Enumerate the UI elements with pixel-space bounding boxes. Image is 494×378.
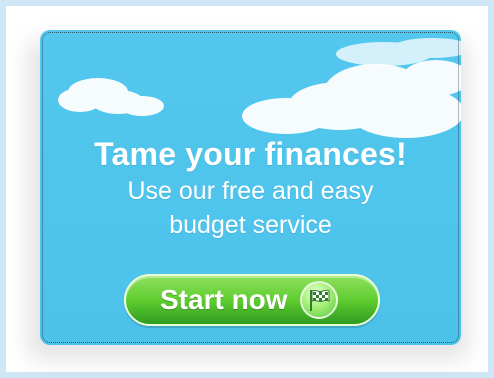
checkered-flag-glyph: [309, 289, 330, 311]
cloud-left: [58, 78, 164, 116]
subheadline: Use our free and easy budget service: [40, 174, 461, 242]
checkered-flag-icon: [299, 281, 338, 319]
subheadline-line-1: Use our free and easy: [127, 177, 374, 205]
finance-ad-banner[interactable]: Tame your finances! Use our free and eas…: [40, 30, 461, 345]
start-now-button[interactable]: Start now: [124, 274, 380, 326]
subheadline-line-2: budget service: [169, 211, 332, 239]
start-now-button-label: Start now: [160, 284, 288, 315]
cloud-right: [242, 60, 461, 138]
headline: Tame your finances!: [94, 136, 407, 172]
